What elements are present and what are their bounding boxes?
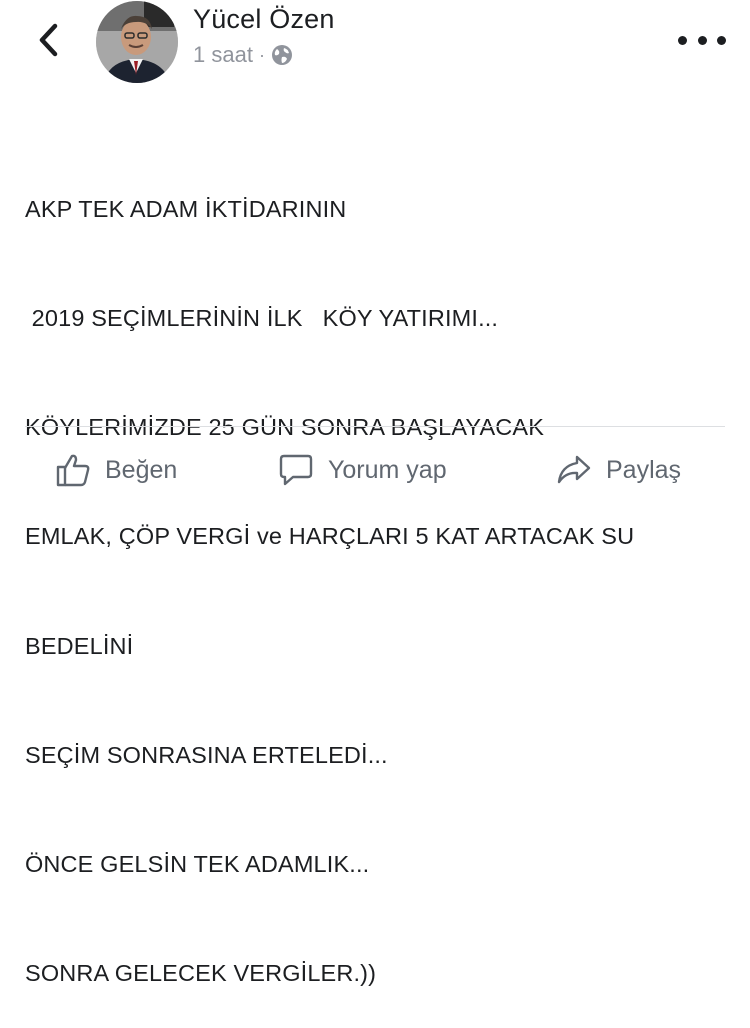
divider [25,426,725,427]
avatar[interactable] [96,1,178,83]
post-line: BEDELİNİ [25,632,134,659]
post-line: SEÇİM SONRASINA ERTELEDİ... [25,741,388,768]
comment-bubble-icon [279,454,313,486]
more-dots-icon [697,35,707,45]
globe-icon[interactable] [271,44,293,66]
like-button[interactable]: Beğen [55,448,177,492]
timestamp[interactable]: 1 saat [193,42,253,68]
more-dots-icon [678,35,687,45]
author-name[interactable]: Yücel Özen [193,4,335,35]
share-arrow-icon [557,455,591,484]
post-header: Yücel Özen 1 saat · [0,0,750,100]
post-body: AKP TEK ADAM İKTİDARININ 2019 SEÇİMLERİN… [25,118,735,1028]
post-line: ÖNCE GELSİN TEK ADAMLIK... [25,851,370,878]
meta-separator: · [258,44,265,65]
share-label: Paylaş [606,455,682,484]
like-label: Beğen [105,455,178,484]
comment-label: Yorum yap [328,455,447,484]
post-line: AKP TEK ADAM İKTİDARININ [25,195,347,222]
action-bar: Beğen Yorum yap Paylaş [0,440,750,500]
comment-button[interactable]: Yorum yap [278,448,447,492]
post-line: EMLAK, ÇÖP VERGİ ve HARÇLARI 5 KAT ARTAC… [25,523,635,550]
avatar-image [96,1,178,83]
more-dots-icon [717,35,726,45]
thumbs-up-icon [56,454,90,487]
post-line: 2019 SEÇİMLERİNİN İLK KÖY YATIRIMI... [25,305,499,332]
post-meta: 1 saat · [193,42,293,68]
chevron-left-icon [39,23,58,57]
share-button[interactable]: Paylaş [556,448,681,492]
post-line: SONRA GELECEK VERGİLER.)) [25,960,377,987]
more-options-button[interactable] [678,26,726,54]
back-button[interactable] [28,18,68,62]
